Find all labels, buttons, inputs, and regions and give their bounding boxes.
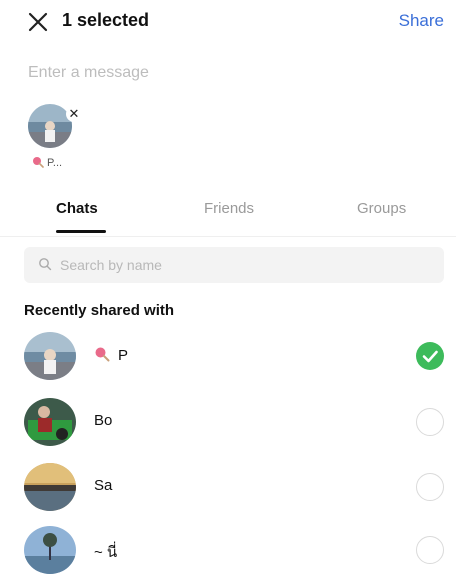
divider xyxy=(0,236,456,237)
pin-icon xyxy=(95,347,110,362)
search-box xyxy=(24,247,444,283)
message-input[interactable] xyxy=(28,60,428,86)
pin-icon xyxy=(33,157,44,168)
selected-recipient-name: P... xyxy=(32,156,62,169)
avatar xyxy=(24,398,76,446)
tab-groups[interactable]: Groups xyxy=(357,200,406,217)
active-tab-indicator xyxy=(56,230,106,233)
close-icon xyxy=(28,12,48,32)
avatar xyxy=(24,463,76,511)
contact-name: Bo xyxy=(94,412,113,429)
search-input[interactable] xyxy=(60,247,430,283)
search-icon xyxy=(39,258,52,271)
section-title: Recently shared with xyxy=(24,302,175,319)
contact-row[interactable]: P xyxy=(0,326,456,386)
page-title: 1 selected xyxy=(62,10,150,30)
avatar xyxy=(24,526,76,574)
contact-name: ~ นี่ xyxy=(94,544,118,561)
contact-row[interactable]: Sa xyxy=(0,457,456,517)
contact-row[interactable]: Bo xyxy=(0,392,456,452)
share-button[interactable]: Share xyxy=(399,11,444,31)
select-checkbox[interactable] xyxy=(416,536,444,564)
tab-bar: Chats Friends Groups xyxy=(0,196,456,236)
header: 1 selected Share xyxy=(0,0,456,44)
contact-name: P xyxy=(94,346,128,364)
avatar xyxy=(24,332,76,380)
tab-friends[interactable]: Friends xyxy=(204,200,254,217)
select-checkbox[interactable] xyxy=(416,342,444,370)
close-icon: ✕ xyxy=(68,106,80,121)
checkmark-icon xyxy=(422,350,438,363)
tab-chats[interactable]: Chats xyxy=(56,200,98,217)
contact-row[interactable]: ~ นี่ xyxy=(0,520,456,580)
close-button[interactable] xyxy=(26,10,50,34)
select-checkbox[interactable] xyxy=(416,473,444,501)
remove-recipient-button[interactable]: ✕ xyxy=(66,106,82,122)
selected-recipient: ✕ P... xyxy=(28,104,84,174)
contact-name: Sa xyxy=(94,477,113,494)
select-checkbox[interactable] xyxy=(416,408,444,436)
